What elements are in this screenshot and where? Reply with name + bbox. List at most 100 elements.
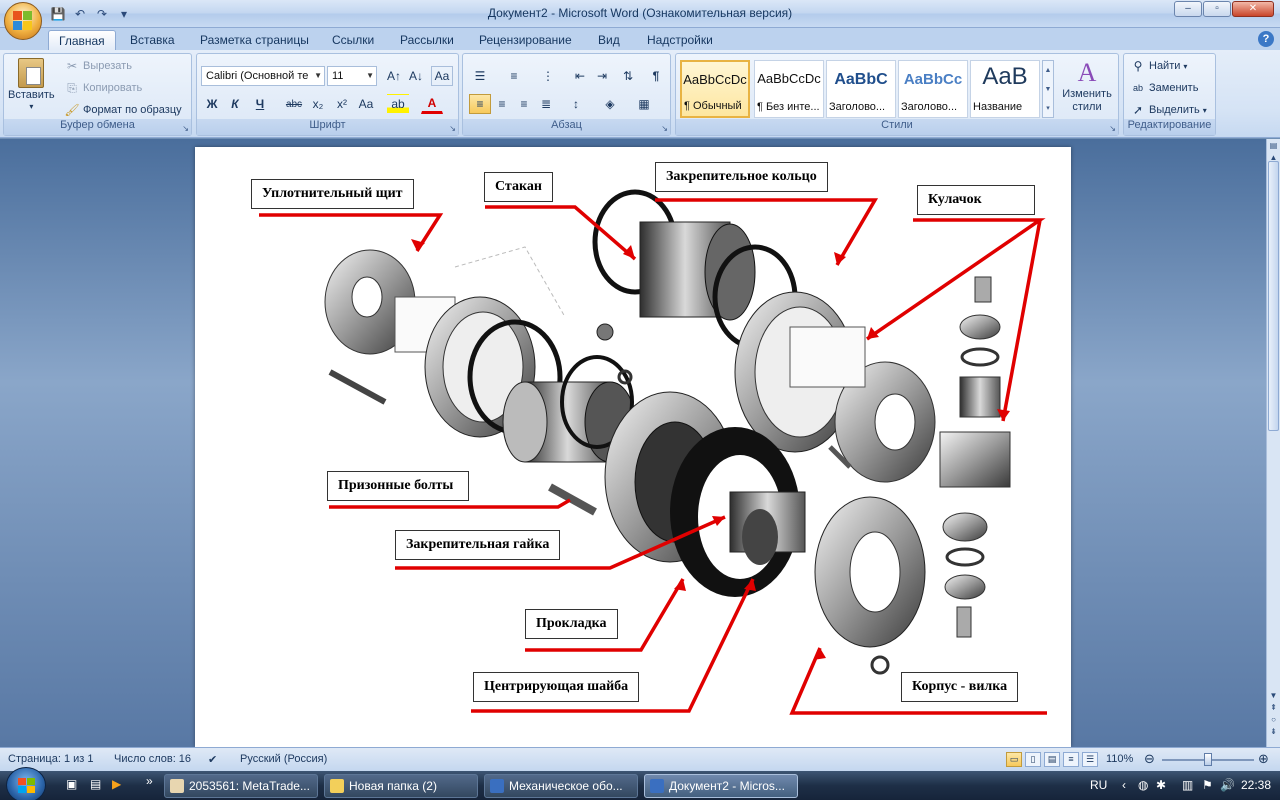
scroll-down-icon[interactable]: ▼ (1267, 691, 1280, 700)
dialog-launcher-icon[interactable]: ↘ (182, 124, 189, 133)
tray-expand-icon[interactable]: ‹ (1122, 778, 1126, 792)
tab-home[interactable]: Главная (48, 30, 116, 50)
font-name-select[interactable]: Calibri (Основной те ▼ (201, 66, 325, 86)
tab-view[interactable]: Вид (588, 30, 630, 50)
clipboard-group-label: Буфер обмена (4, 119, 191, 135)
shrink-font-button[interactable]: A↓ (405, 66, 427, 86)
page-count[interactable]: Страница: 1 из 1 (8, 753, 94, 765)
copy-button[interactable]: ⎘ Копировать (64, 80, 142, 96)
sort-icon[interactable]: ⇅ (617, 66, 639, 86)
input-language[interactable]: RU (1090, 778, 1107, 792)
numbering-icon[interactable]: ≡ (503, 66, 525, 86)
full-screen-reading-icon[interactable]: ▯ (1025, 752, 1041, 767)
superscript-button[interactable]: x² (331, 94, 353, 114)
dialog-launcher-icon[interactable]: ↘ (449, 124, 456, 133)
dialog-launcher-icon[interactable]: ↘ (1109, 124, 1116, 133)
show-desktop-icon[interactable]: ▣ (66, 777, 77, 791)
decrease-indent-icon[interactable]: ⇤ (569, 66, 591, 86)
paste-button[interactable]: Вставить ▾ (8, 58, 55, 111)
find-button[interactable]: ⚲ Найти ▾ (1130, 58, 1188, 74)
scroll-thumb[interactable] (1268, 161, 1279, 431)
web-layout-icon[interactable]: ▤ (1044, 752, 1060, 767)
draft-view-icon[interactable]: ☰ (1082, 752, 1098, 767)
style-heading-2[interactable]: AaBbCc Заголово... (898, 60, 968, 118)
tab-addins[interactable]: Надстройки (637, 30, 723, 50)
help-icon[interactable]: ? (1258, 31, 1274, 47)
next-page-icon[interactable]: ⇟ (1267, 727, 1280, 736)
taskbar-item-metatrader[interactable]: 2053561: MetaTrade... (164, 774, 318, 798)
volume-icon[interactable]: 🔊 (1220, 778, 1235, 792)
change-styles-button[interactable]: A Изменить стили (1058, 58, 1116, 114)
previous-page-icon[interactable]: ⇞ (1267, 703, 1280, 712)
explorer-quicklaunch-icon[interactable]: ▤ (90, 777, 101, 791)
select-browse-object-icon[interactable]: ○ (1267, 715, 1280, 724)
styles-gallery-scroll[interactable]: ▲ ▼ ▾ (1042, 60, 1054, 118)
vertical-scrollbar[interactable]: ▤ ▲ ▼ ⇞ ○ ⇟ (1266, 139, 1280, 747)
underline-button[interactable]: Ч (249, 94, 271, 114)
cut-button[interactable]: ✂ Вырезать (64, 58, 132, 74)
align-right-icon[interactable]: ≡ (513, 94, 535, 114)
chevron-down-icon: ▼ (314, 71, 322, 80)
quicklaunch-more-icon[interactable]: » (146, 774, 153, 788)
style-title[interactable]: AaB Название (970, 60, 1040, 118)
zoom-out-icon[interactable]: ⊖ (1144, 751, 1155, 767)
bold-button[interactable]: Ж (201, 94, 223, 114)
start-button[interactable] (6, 767, 46, 800)
tab-mailings[interactable]: Рассылки (390, 30, 464, 50)
select-button[interactable]: ➚ Выделить ▾ (1130, 102, 1207, 118)
ribbon: Вставить ▾ ✂ Вырезать ⎘ Копировать 🖌 Фор… (0, 50, 1280, 138)
bluetooth-icon[interactable]: ✱ (1156, 778, 1166, 792)
skype-icon[interactable]: ◍ (1138, 778, 1148, 792)
close-button[interactable]: ✕ (1232, 1, 1274, 17)
grow-font-button[interactable]: A↑ (383, 66, 405, 86)
format-painter-button[interactable]: 🖌 Формат по образцу (64, 102, 181, 118)
style-normal[interactable]: AaBbCcDc ¶ Обычный (680, 60, 750, 118)
justify-icon[interactable]: ≣ (535, 94, 557, 114)
bullets-icon[interactable]: ☰ (469, 66, 491, 86)
borders-icon[interactable]: ▦ (633, 94, 655, 114)
shading-icon[interactable]: ◈ (599, 94, 621, 114)
proofing-icon[interactable]: ✔ (208, 753, 217, 766)
tab-references[interactable]: Ссылки (322, 30, 384, 50)
document-page[interactable]: Уплотнительный щит Стакан Закрепительное… (195, 147, 1071, 747)
media-player-icon[interactable]: ▶ (112, 777, 121, 791)
print-layout-view-icon[interactable]: ▭ (1006, 752, 1022, 767)
style-no-spacing[interactable]: AaBbCcDc ¶ Без инте... (754, 60, 824, 118)
network-icon[interactable]: ▥ (1182, 778, 1193, 792)
align-left-icon[interactable]: ≡ (469, 94, 491, 114)
taskbar-item-mechanical[interactable]: Механическое обо... (484, 774, 638, 798)
action-center-icon[interactable]: ⚑ (1202, 778, 1213, 792)
subscript-button[interactable]: x₂ (307, 94, 329, 114)
strikethrough-button[interactable]: abc (283, 94, 305, 114)
replace-button[interactable]: ab Заменить (1130, 80, 1198, 96)
zoom-level[interactable]: 110% (1106, 753, 1133, 765)
font-size-select[interactable]: 11 ▼ (327, 66, 377, 86)
word-count[interactable]: Число слов: 16 (114, 753, 191, 765)
minimize-button[interactable]: – (1174, 1, 1202, 17)
taskbar-item-folder[interactable]: Новая папка (2) (324, 774, 478, 798)
style-heading-1[interactable]: AaBbC Заголово... (826, 60, 896, 118)
increase-indent-icon[interactable]: ⇥ (591, 66, 613, 86)
highlight-button[interactable]: ab (387, 94, 409, 114)
outline-view-icon[interactable]: ≡ (1063, 752, 1079, 767)
language-indicator[interactable]: Русский (Россия) (240, 753, 327, 765)
taskbar-item-document2[interactable]: Документ2 - Micros... (644, 774, 798, 798)
tab-insert[interactable]: Вставка (120, 30, 185, 50)
italic-button[interactable]: К (224, 94, 246, 114)
change-case-button[interactable]: Aa (355, 94, 377, 114)
multilevel-list-icon[interactable]: ⋮ (537, 66, 559, 86)
show-marks-icon[interactable]: ¶ (645, 66, 667, 86)
tab-review[interactable]: Рецензирование (469, 30, 582, 50)
office-button[interactable] (4, 2, 42, 40)
clock[interactable]: 22:38 (1241, 778, 1271, 792)
zoom-slider-knob[interactable] (1204, 753, 1212, 766)
line-spacing-icon[interactable]: ↕ (565, 94, 587, 114)
align-center-icon[interactable]: ≡ (491, 94, 513, 114)
restore-button[interactable]: ▫ (1203, 1, 1231, 17)
ruler-toggle-icon[interactable]: ▤ (1267, 141, 1280, 150)
dialog-launcher-icon[interactable]: ↘ (661, 124, 668, 133)
zoom-in-icon[interactable]: ⊕ (1258, 751, 1269, 767)
font-color-button[interactable]: A (421, 94, 443, 114)
clear-format-button[interactable]: Aa (431, 66, 453, 86)
tab-page-layout[interactable]: Разметка страницы (190, 30, 319, 50)
